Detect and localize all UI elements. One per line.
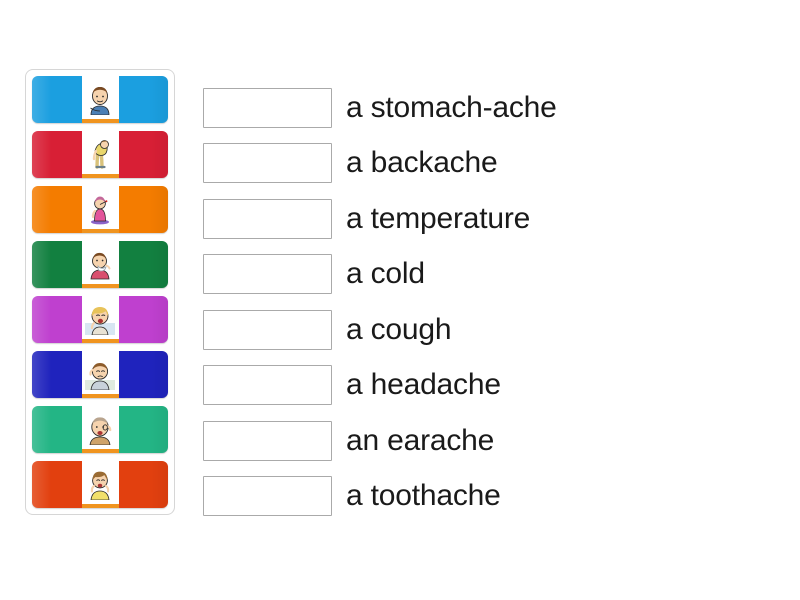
man-holding-ear-illustration: [85, 412, 115, 445]
person-blowing-nose-illustration: [85, 247, 115, 280]
image-tile[interactable]: [32, 351, 168, 398]
answer-label: a toothache: [346, 479, 501, 513]
answer-label: a cold: [346, 257, 425, 291]
tile-image-card: [81, 351, 119, 398]
tile-image-card: [81, 131, 119, 178]
answer-row: a toothache: [203, 469, 783, 525]
tile-card-base: [81, 119, 119, 123]
answer-label: a headache: [346, 368, 501, 402]
answer-row: a backache: [203, 136, 783, 192]
image-tile[interactable]: [32, 186, 168, 233]
answer-row: a cough: [203, 302, 783, 358]
image-tile[interactable]: [32, 406, 168, 453]
boy-holding-head-illustration: [85, 357, 115, 390]
tile-image-card: [81, 76, 119, 123]
person-blowing-nose-illustration: [82, 241, 119, 284]
answer-drop-box[interactable]: [203, 309, 332, 350]
tile-card-base: [81, 504, 119, 508]
answer-list: a stomach-ache a backache a temperature a c…: [203, 80, 783, 524]
image-tile[interactable]: [32, 131, 168, 178]
woman-with-thermometer-illustration: [82, 186, 119, 229]
girl-coughing-illustration: [85, 302, 115, 335]
image-tile[interactable]: [32, 241, 168, 288]
answer-label: a temperature: [346, 201, 531, 235]
image-tile[interactable]: [32, 296, 168, 343]
tile-card-base: [81, 284, 119, 288]
tile-image-card: [81, 406, 119, 453]
tile-image-card: [81, 186, 119, 233]
answer-label: a backache: [346, 146, 498, 180]
girl-coughing-illustration: [82, 296, 119, 339]
tile-image-card: [81, 461, 119, 508]
tile-image-card: [81, 296, 119, 343]
answer-drop-box[interactable]: [203, 87, 332, 128]
answer-row: a temperature: [203, 191, 783, 247]
answer-drop-box[interactable]: [203, 143, 332, 184]
answer-drop-box[interactable]: [203, 254, 332, 295]
boy-holding-head-illustration: [82, 351, 119, 394]
girl-holding-jaw-illustration: [82, 461, 119, 504]
boy-holding-stomach-illustration: [85, 82, 115, 115]
answer-label: an earache: [346, 423, 495, 457]
image-tile[interactable]: [32, 76, 168, 123]
person-bending-with-back-pain-illustration: [85, 137, 115, 170]
answer-drop-box[interactable]: [203, 476, 332, 517]
image-tile-tray[interactable]: [25, 69, 175, 515]
tile-card-base: [81, 229, 119, 233]
answer-drop-box[interactable]: [203, 420, 332, 461]
image-tile[interactable]: [32, 461, 168, 508]
answer-row: a stomach-ache: [203, 80, 783, 136]
girl-holding-jaw-illustration: [85, 467, 115, 500]
person-bending-with-back-pain-illustration: [82, 131, 119, 174]
woman-with-thermometer-illustration: [85, 192, 115, 225]
answer-drop-box[interactable]: [203, 198, 332, 239]
answer-label: a stomach-ache: [346, 90, 557, 124]
man-holding-ear-illustration: [82, 406, 119, 449]
tile-card-base: [81, 174, 119, 178]
answer-drop-box[interactable]: [203, 365, 332, 406]
tile-card-base: [81, 449, 119, 453]
answer-row: a headache: [203, 358, 783, 414]
answer-label: a cough: [346, 312, 452, 346]
tile-card-base: [81, 339, 119, 343]
tile-card-base: [81, 394, 119, 398]
tile-image-card: [81, 241, 119, 288]
answer-row: an earache: [203, 413, 783, 469]
boy-holding-stomach-illustration: [82, 76, 119, 119]
matching-exercise-page: a stomach-ache a backache a temperature a c…: [0, 0, 800, 600]
answer-row: a cold: [203, 247, 783, 303]
